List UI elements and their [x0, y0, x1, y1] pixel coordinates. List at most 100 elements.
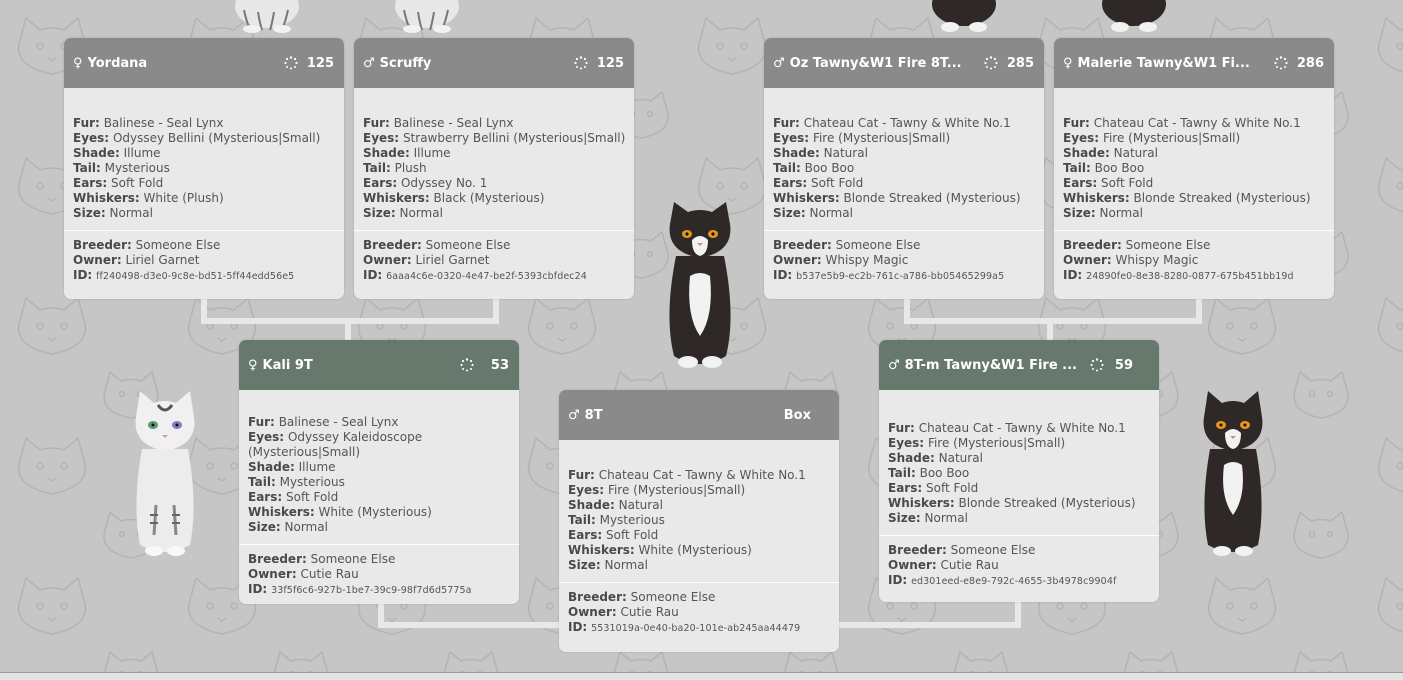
trait-size: Size: Normal: [1063, 206, 1143, 220]
trait-whiskers: Whiskers: Blonde Streaked (Mysterious): [773, 191, 1021, 205]
owner: Owner: Cutie Rau: [888, 558, 999, 572]
cat-name[interactable]: Scruffy: [380, 56, 566, 71]
owner: Owner: Whispy Magic: [773, 253, 909, 267]
male-icon: ♂: [568, 407, 580, 423]
trait-fur: Fur: Chateau Cat - Tawny & White No.1: [773, 116, 1011, 130]
trait-whiskers: Whiskers: White (Mysterious): [568, 543, 752, 557]
male-icon: ♂: [888, 357, 900, 373]
trait-shade: Shade: Illume: [73, 146, 161, 160]
pedigree-card-oz[interactable]: ♂ Oz Tawny&W1 Fire 8T... 285 Fur: Chatea…: [764, 38, 1044, 299]
cat-image-top-right-2: [1102, 0, 1166, 32]
trait-size: Size: Normal: [73, 206, 153, 220]
box-label: Box: [783, 407, 811, 423]
male-icon: ♂: [363, 55, 375, 71]
trait-whiskers: Whiskers: White (Mysterious): [248, 505, 432, 519]
owner: Owner: Liriel Garnet: [363, 253, 490, 267]
cat-name[interactable]: 8T-m Tawny&W1 Fire ...: [905, 358, 1082, 373]
generation: 125: [284, 56, 334, 71]
trait-fur: Fur: Balinese - Seal Lynx: [248, 415, 399, 429]
breeder: Breeder: Someone Else: [248, 552, 396, 566]
ownership-info: Breeder: Someone Else Owner: Cutie Rau I…: [879, 536, 1159, 596]
female-icon: ♀: [248, 357, 258, 373]
generation: 125: [574, 56, 624, 71]
generation-number: 285: [1006, 55, 1034, 71]
female-icon: ♀: [73, 55, 83, 71]
pedigree-card-8t[interactable]: ♂ 8T Box Fur: Chateau Cat - Tawny & Whit…: [559, 390, 839, 652]
generation-number: 286: [1296, 55, 1324, 71]
cat-id: ID: 33f5f6c6-927b-1be7-39c9-98f7d6d5775a: [248, 582, 472, 596]
traits-list: Fur: Chateau Cat - Tawny & White No.1 Ey…: [559, 440, 839, 582]
trait-fur: Fur: Balinese - Seal Lynx: [73, 116, 224, 130]
cat-name[interactable]: Malerie Tawny&W1 Fi...: [1078, 56, 1266, 71]
trait-eyes: Eyes: Fire (Mysterious|Small): [773, 131, 951, 145]
cat-name[interactable]: Oz Tawny&W1 Fire 8T...: [790, 56, 976, 71]
ownership-info: Breeder: Someone Else Owner: Cutie Rau I…: [559, 583, 839, 643]
cat-id: ID: ed301eed-e8e9-792c-4655-3b4978c9904f: [888, 573, 1117, 587]
owner: Owner: Whispy Magic: [1063, 253, 1199, 267]
generation: 53: [460, 358, 509, 373]
trait-tail: Tail: Mysterious: [568, 513, 665, 527]
card-header: ♂ 8T Box: [559, 390, 839, 440]
cat-id: ID: ff240498-d3e0-9c8e-bd51-5ff44edd56e5: [73, 268, 295, 282]
connector-top-left-to-kali: [345, 318, 351, 342]
card-header: ♀ Malerie Tawny&W1 Fi... 286: [1054, 38, 1334, 88]
owner: Owner: Liriel Garnet: [73, 253, 200, 267]
cat-name[interactable]: Kali 9T: [263, 358, 452, 373]
pedigree-card-8t-m[interactable]: ♂ 8T-m Tawny&W1 Fire ... 59 Fur: Chateau…: [879, 340, 1159, 602]
trait-fur: Fur: Chateau Cat - Tawny & White No.1: [888, 421, 1126, 435]
trait-tail: Tail: Boo Boo: [773, 161, 855, 175]
ownership-info: Breeder: Someone Else Owner: Whispy Magi…: [764, 231, 1044, 291]
traits-list: Fur: Chateau Cat - Tawny & White No.1 Ey…: [1054, 88, 1334, 230]
traits-list: Fur: Balinese - Seal Lynx Eyes: Odyssey …: [239, 390, 519, 544]
trait-size: Size: Normal: [363, 206, 443, 220]
breeder: Breeder: Someone Else: [888, 543, 1036, 557]
trait-ears: Ears: Soft Fold: [248, 490, 339, 504]
generation: 286: [1274, 56, 1324, 71]
connector-top-right-to-8tm: [1047, 318, 1053, 342]
trait-eyes: Eyes: Strawberry Bellini (Mysterious|Sma…: [363, 131, 626, 145]
card-header: ♀ Kali 9T 53: [239, 340, 519, 390]
owner: Owner: Cutie Rau: [568, 605, 679, 619]
trait-tail: Tail: Boo Boo: [888, 466, 970, 480]
pedigree-card-kali[interactable]: ♀ Kali 9T 53 Fur: Balinese - Seal Lynx E…: [239, 340, 519, 604]
pedigree-card-yordana[interactable]: ♀ Yordana 125 Fur: Balinese - Seal Lynx …: [64, 38, 344, 299]
cat-image-kali: [135, 391, 195, 556]
breeder: Breeder: Someone Else: [73, 238, 221, 252]
trait-eyes: Eyes: Odyssey Bellini (Mysterious|Small): [73, 131, 321, 145]
trait-eyes: Eyes: Odyssey Kaleidoscope (Mysterious|S…: [248, 430, 423, 459]
trait-eyes: Eyes: Fire (Mysterious|Small): [1063, 131, 1241, 145]
generation-spinner-icon: [574, 56, 588, 70]
trait-ears: Ears: Soft Fold: [1063, 176, 1154, 190]
cat-name[interactable]: 8T: [585, 408, 784, 423]
trait-fur: Fur: Chateau Cat - Tawny & White No.1: [1063, 116, 1301, 130]
breeder: Breeder: Someone Else: [773, 238, 921, 252]
generation: 285: [984, 56, 1034, 71]
trait-fur: Fur: Chateau Cat - Tawny & White No.1: [568, 468, 806, 482]
trait-whiskers: Whiskers: Blonde Streaked (Mysterious): [888, 496, 1136, 510]
connector-bottom-right: [836, 622, 1021, 628]
trait-size: Size: Normal: [888, 511, 968, 525]
cat-image-top-left-1: [235, 0, 299, 33]
trait-shade: Shade: Natural: [568, 498, 663, 512]
ownership-info: Breeder: Someone Else Owner: Liriel Garn…: [354, 231, 634, 291]
trait-shade: Shade: Natural: [773, 146, 868, 160]
cat-id: ID: 6aaa4c6e-0320-4e47-be2f-5393cbfdec24: [363, 268, 587, 282]
cat-name[interactable]: Yordana: [88, 56, 276, 71]
generation-number: 53: [490, 357, 509, 373]
breeder: Breeder: Someone Else: [568, 590, 716, 604]
trait-whiskers: Whiskers: Black (Mysterious): [363, 191, 545, 205]
trait-shade: Shade: Natural: [888, 451, 983, 465]
card-header: ♂ Scruffy 125: [354, 38, 634, 88]
pedigree-card-scruffy[interactable]: ♂ Scruffy 125 Fur: Balinese - Seal Lynx …: [354, 38, 634, 299]
pedigree-card-malerie[interactable]: ♀ Malerie Tawny&W1 Fi... 286 Fur: Chatea…: [1054, 38, 1334, 299]
trait-shade: Shade: Illume: [248, 460, 336, 474]
trait-eyes: Eyes: Fire (Mysterious|Small): [888, 436, 1066, 450]
cat-image-8t-m: [1203, 391, 1263, 556]
trait-tail: Tail: Mysterious: [248, 475, 345, 489]
cat-id: ID: 24890fe0-8e38-8280-0877-675b451bb19d: [1063, 268, 1294, 282]
traits-list: Fur: Chateau Cat - Tawny & White No.1 Ey…: [764, 88, 1044, 230]
breeder: Breeder: Someone Else: [363, 238, 511, 252]
connector-bottom-left: [378, 622, 562, 628]
traits-list: Fur: Chateau Cat - Tawny & White No.1 Ey…: [879, 390, 1159, 535]
generation-number: 125: [596, 55, 624, 71]
